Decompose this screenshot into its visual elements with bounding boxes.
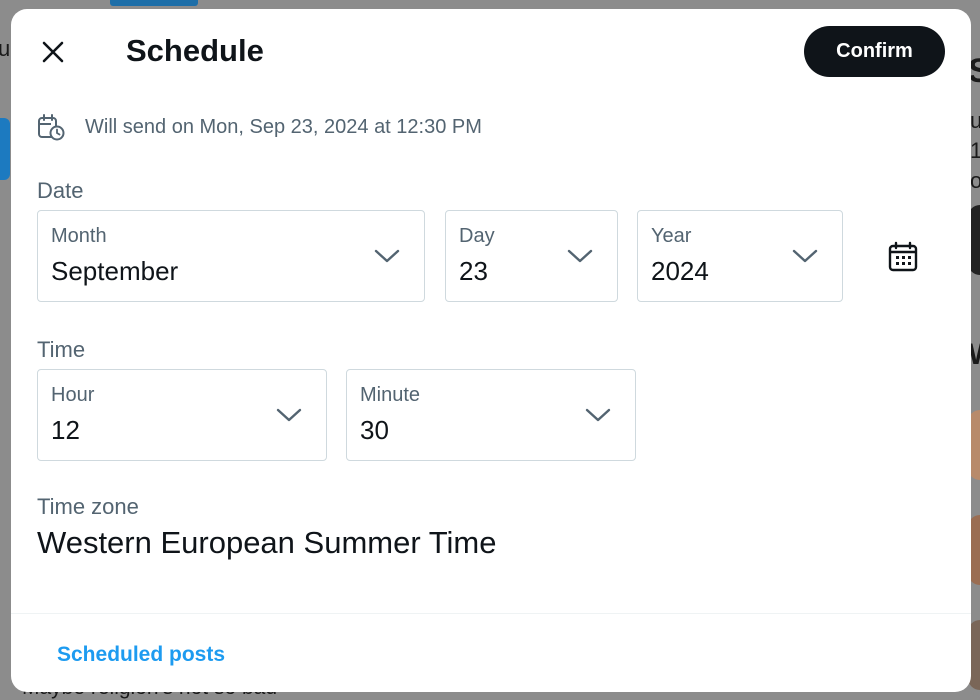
background-peek-text: u: [970, 108, 980, 133]
hour-select[interactable]: Hour 12: [37, 369, 327, 461]
minute-select[interactable]: Minute 30: [346, 369, 636, 461]
date-section-label: Date: [37, 178, 84, 203]
minute-value: 30: [360, 415, 389, 445]
year-value: 2024: [651, 256, 709, 286]
calendar-clock-icon: [38, 114, 65, 141]
day-select[interactable]: Day 23: [445, 210, 618, 302]
dialog-footer: Scheduled posts: [11, 613, 971, 692]
hour-value: 12: [51, 415, 80, 445]
calendar-picker-button[interactable]: [883, 237, 923, 277]
day-label: Day: [459, 225, 495, 247]
calendar-icon: [888, 241, 918, 272]
confirm-button[interactable]: Confirm: [804, 26, 945, 77]
chevron-down-icon: [792, 249, 818, 263]
month-select[interactable]: Month September: [37, 210, 425, 302]
chevron-down-icon: [374, 249, 400, 263]
timezone-value: Western European Summer Time: [37, 525, 497, 560]
background-button-edge: [0, 118, 10, 180]
schedule-summary-text: Will send on Mon, Sep 23, 2024 at 12:30 …: [85, 115, 482, 138]
timezone-label: Time zone: [37, 494, 139, 519]
dialog-title: Schedule: [126, 33, 264, 68]
chevron-down-icon: [567, 249, 593, 263]
hour-label: Hour: [51, 384, 95, 406]
year-label: Year: [651, 225, 692, 247]
schedule-summary: Will send on Mon, Sep 23, 2024 at 12:30 …: [37, 113, 482, 141]
month-label: Month: [51, 225, 107, 247]
close-button[interactable]: [33, 32, 73, 72]
background-peek-text: u: [0, 36, 11, 61]
day-value: 23: [459, 256, 488, 286]
dialog-header: Schedule Confirm: [11, 9, 971, 93]
month-value: September: [51, 256, 179, 286]
chevron-down-icon: [276, 408, 302, 422]
year-select[interactable]: Year 2024: [637, 210, 843, 302]
time-section-label: Time: [37, 337, 86, 362]
background-peek-text: o: [970, 168, 980, 193]
background-peek-text: 1: [970, 138, 980, 163]
schedule-dialog: Schedule Confirm Will send on Mon, Sep 2…: [11, 9, 971, 692]
scheduled-posts-link[interactable]: Scheduled posts: [57, 643, 225, 667]
minute-label: Minute: [360, 384, 421, 406]
close-icon: [42, 41, 64, 63]
background-active-tab: [110, 0, 198, 6]
chevron-down-icon: [585, 408, 611, 422]
